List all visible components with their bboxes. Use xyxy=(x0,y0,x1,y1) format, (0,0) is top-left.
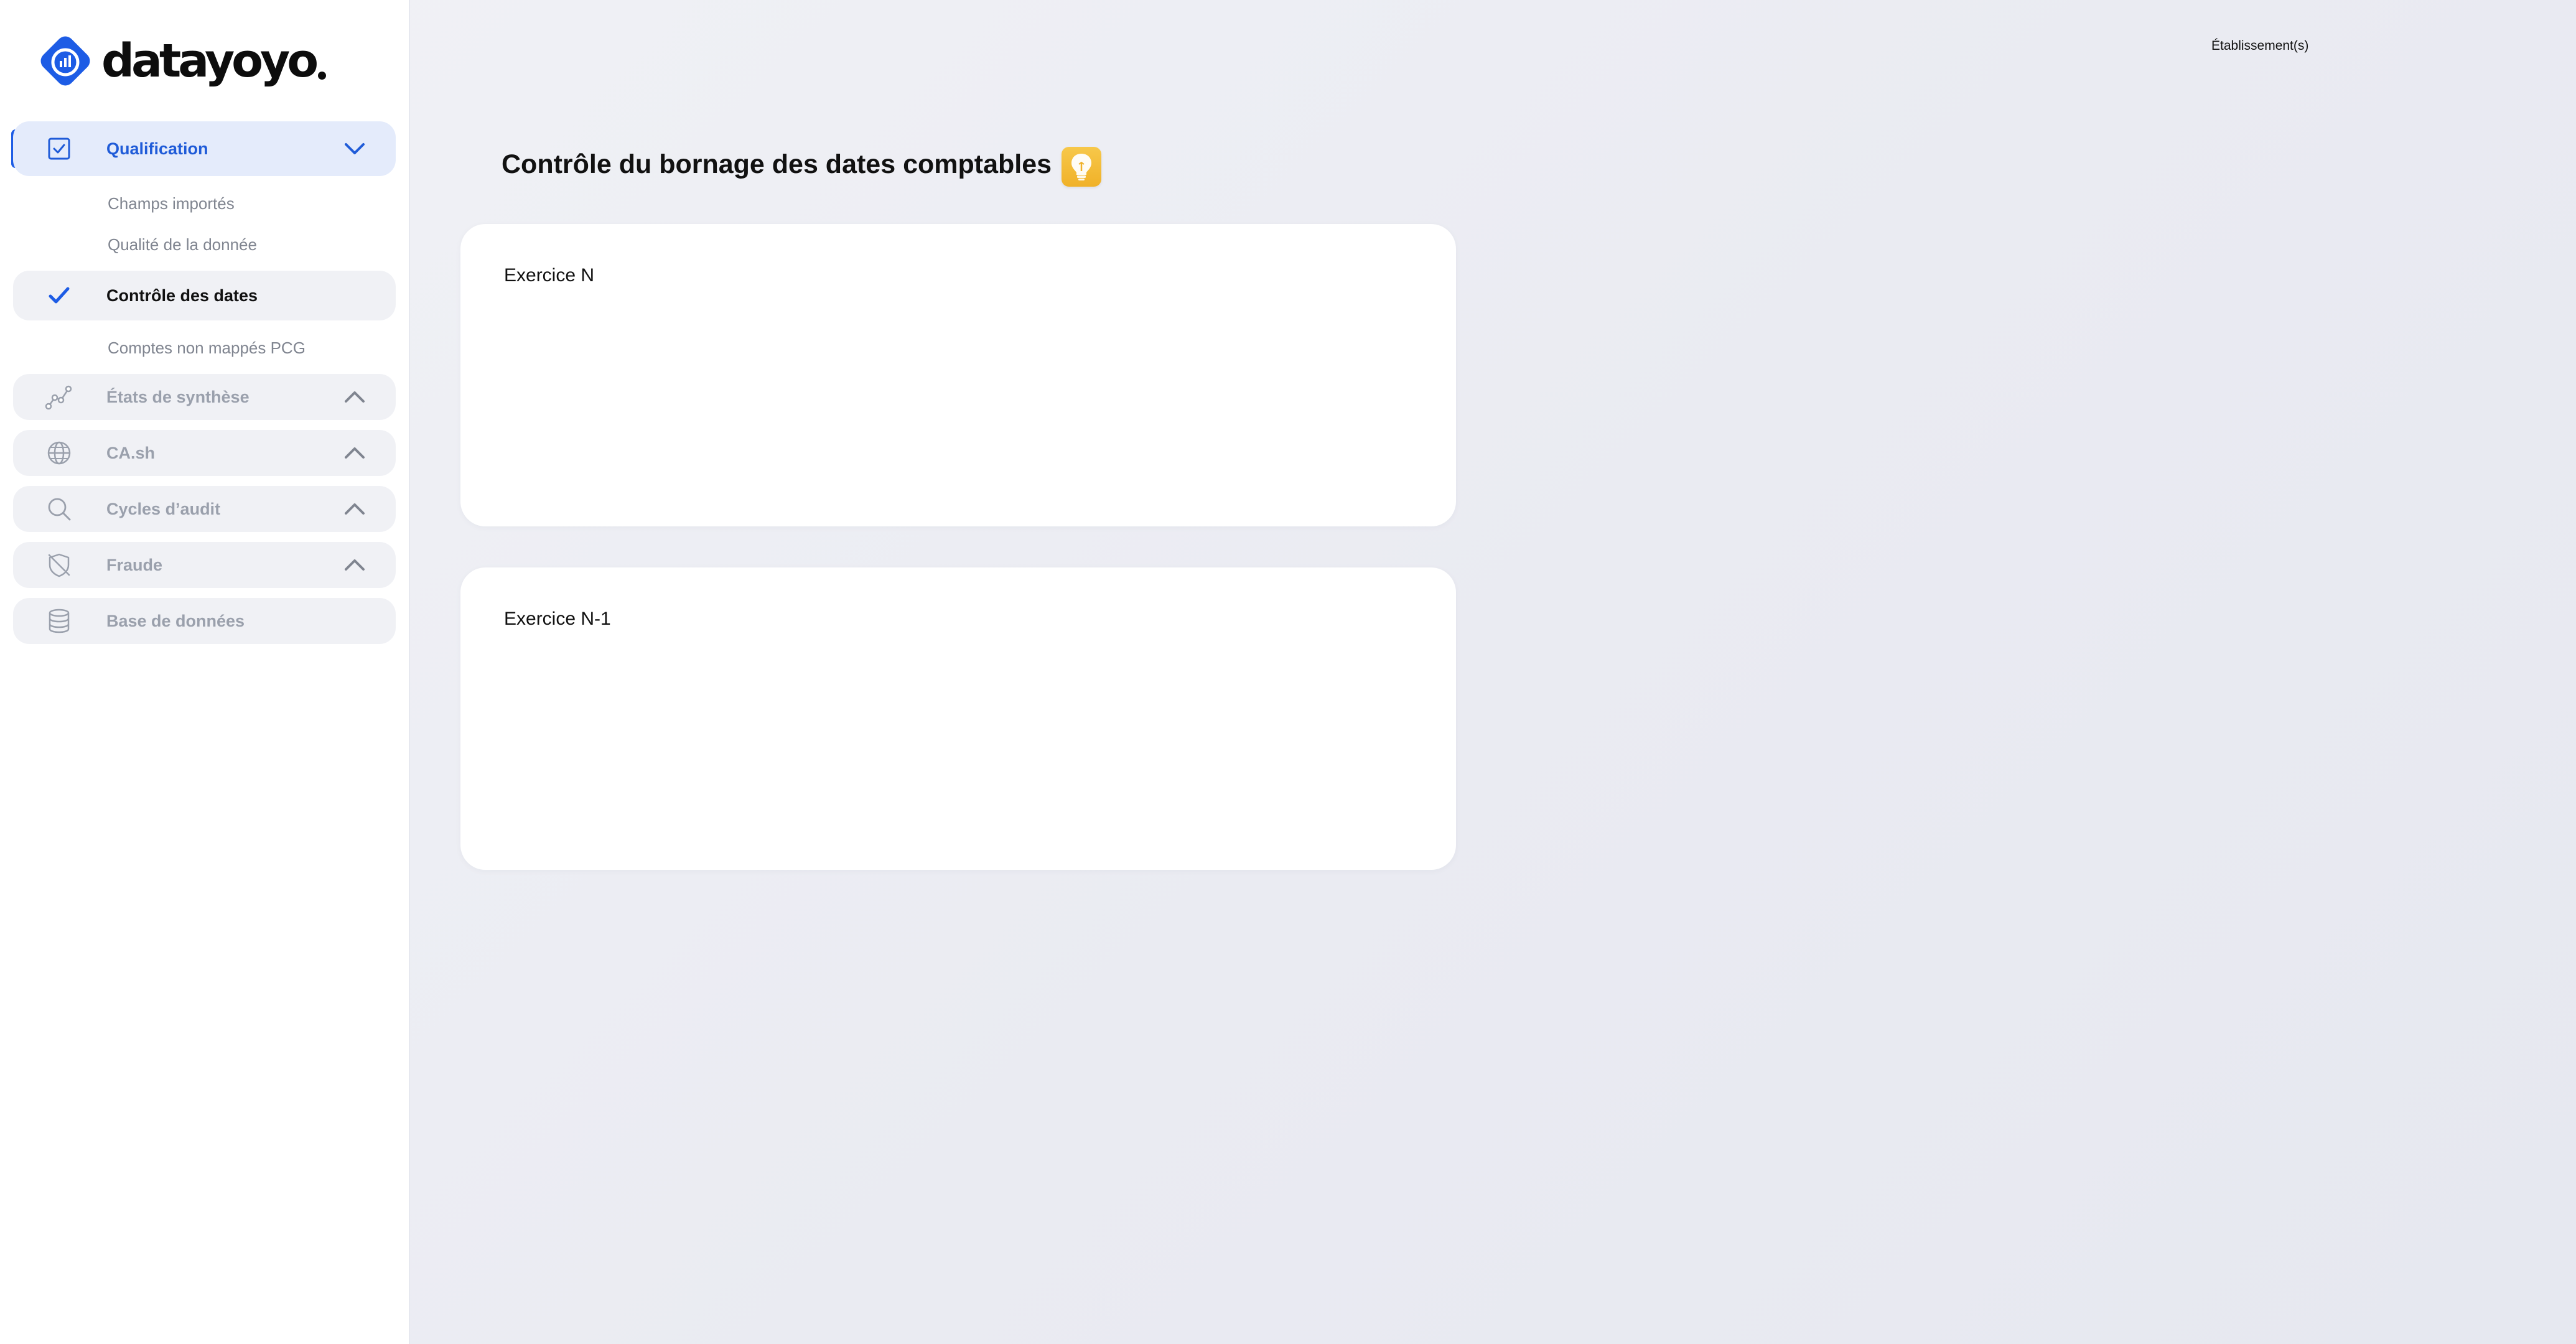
sidebar-item-label: Base de données xyxy=(106,611,245,630)
lightbulb-icon xyxy=(1071,154,1091,180)
globe-icon xyxy=(44,438,74,468)
card-title: Exercice N xyxy=(504,265,595,286)
establishment-selector[interactable]: Établissement(s) xyxy=(2211,39,2308,54)
sidebar-subitem-qualite-donnee[interactable]: Qualité de la donnée xyxy=(108,235,257,254)
sidebar-item-etats-synthese[interactable]: États de synthèse xyxy=(13,374,396,420)
checkbox-icon xyxy=(44,134,74,164)
sidebar-item-label: Cycles d’audit xyxy=(106,499,221,518)
chart-logo-icon xyxy=(40,36,90,86)
line-chart-icon xyxy=(44,382,74,412)
brand-name: datayoyo xyxy=(101,34,319,88)
brand-logo[interactable]: datayoyo xyxy=(34,30,327,92)
search-icon xyxy=(44,494,74,524)
sidebar-subitem-controle-dates[interactable]: Contrôle des dates xyxy=(13,271,396,320)
sidebar: datayoyo Qualification Champs importés Q… xyxy=(0,0,410,1344)
sidebar-subitem-champs-importes[interactable]: Champs importés xyxy=(108,194,235,213)
page-title: Contrôle du bornage des dates comptables xyxy=(502,149,1052,179)
sidebar-item-cycles-audit[interactable]: Cycles d’audit xyxy=(13,486,396,532)
shield-off-icon xyxy=(44,550,74,580)
sidebar-item-label: États de synthèse xyxy=(106,387,250,406)
chevron-up-icon[interactable] xyxy=(340,550,370,580)
database-icon xyxy=(44,606,74,636)
brand-dot xyxy=(318,72,327,80)
sidebar-item-fraude[interactable]: Fraude xyxy=(13,542,396,588)
check-icon xyxy=(44,281,74,310)
sidebar-item-qualification[interactable]: Qualification xyxy=(13,121,396,176)
chevron-down-icon[interactable] xyxy=(340,134,370,164)
chevron-up-icon[interactable] xyxy=(340,494,370,524)
card-title: Exercice N-1 xyxy=(504,609,611,629)
sidebar-subitem-comptes-non-mappes[interactable]: Comptes non mappés PCG xyxy=(108,338,306,358)
card-exercice-n-1: Exercice N-1 xyxy=(460,567,1456,870)
sidebar-item-label: Qualification xyxy=(106,139,208,158)
chevron-up-icon[interactable] xyxy=(340,438,370,468)
sidebar-item-base-donnees[interactable]: Base de données xyxy=(13,598,396,644)
sidebar-item-label: Fraude xyxy=(106,555,163,574)
tip-button[interactable] xyxy=(1062,147,1101,187)
sidebar-item-label: CA.sh xyxy=(106,443,156,462)
card-exercice-n: Exercice N xyxy=(460,224,1456,526)
sidebar-item-label: Contrôle des dates xyxy=(106,286,258,305)
chevron-up-icon[interactable] xyxy=(340,382,370,412)
sidebar-item-ca-sh[interactable]: CA.sh xyxy=(13,430,396,476)
